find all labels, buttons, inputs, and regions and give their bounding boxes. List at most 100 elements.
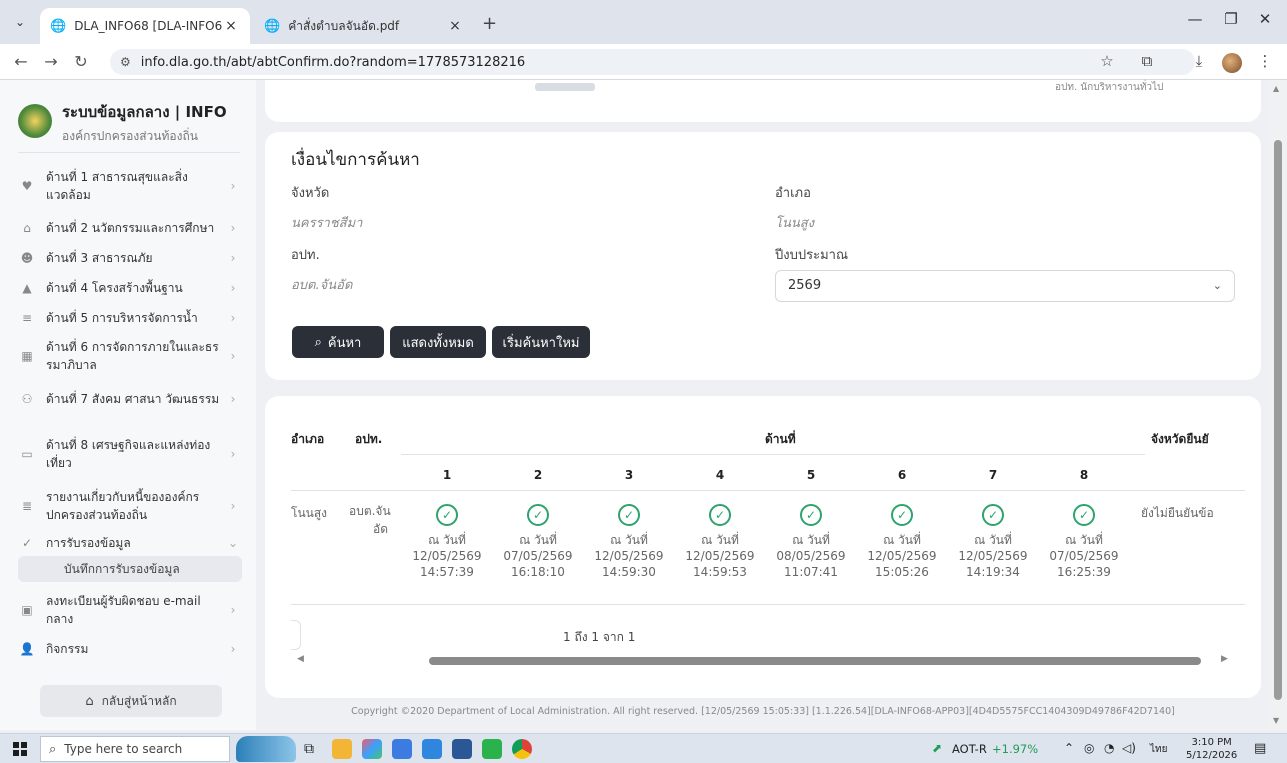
download-icon[interactable]: ⤓: [1188, 52, 1210, 70]
status-time: 14:57:39: [420, 565, 474, 579]
search-button-label: ค้นหา: [327, 335, 362, 351]
scroll-down-icon[interactable]: ▼: [1273, 716, 1279, 725]
money-icon: ▭: [21, 447, 33, 461]
chevron-right-icon: ›: [230, 499, 236, 513]
tab-title: คำสั่งตำบลจันอัด.pdf: [288, 18, 400, 33]
show-hidden-icons-icon[interactable]: ⌃: [1064, 741, 1074, 755]
task-view-icon[interactable]: ⧉: [304, 741, 314, 757]
wifi-icon[interactable]: ◔: [1104, 741, 1114, 755]
site-settings-icon[interactable]: ⚙: [120, 55, 131, 69]
sidebar-item-aspect-1[interactable]: ♥ ด้านที่ 1 สาธารณสุขและสิ่งแวดล้อม ›: [18, 168, 240, 204]
profile-avatar[interactable]: [1222, 53, 1242, 73]
volume-icon[interactable]: ◁): [1122, 741, 1136, 755]
windows-start-icon[interactable]: [13, 742, 27, 756]
taskbar-search-box[interactable]: ⌕ Type here to search: [40, 736, 230, 762]
sidebar-item-aspect-3[interactable]: ☻ ด้านที่ 3 สาธารณภัย ›: [18, 249, 240, 267]
tab-dla-info[interactable]: 🌐 DLA_INFO68 [DLA-INFO68-APP ×: [40, 8, 250, 44]
status-date: 12/05/2569: [594, 549, 664, 563]
stack-icon: ≣: [21, 499, 33, 513]
scroll-right-icon[interactable]: ▶: [1221, 654, 1228, 664]
notifications-icon[interactable]: ▤: [1254, 741, 1266, 756]
bookmark-star-icon[interactable]: ☆: [1096, 52, 1118, 70]
sidebar-item-aspect-8[interactable]: ▭ ด้านที่ 8 เศรษฐกิจและแหล่งท่องเที่ยว ›: [18, 436, 240, 472]
reset-search-button[interactable]: เริ่มค้นหาใหม่: [492, 326, 590, 358]
brand-subtitle: องค์กรปกครองส่วนท้องถิ่น: [62, 129, 198, 143]
sidebar-item-aspect-4[interactable]: ▲ ด้านที่ 4 โครงสร้างพื้นฐาน ›: [18, 279, 240, 297]
sidebar-item-activity[interactable]: 👤 กิจกรรม ›: [18, 640, 240, 658]
window-close-icon[interactable]: ✕: [1250, 10, 1280, 28]
new-tab-button[interactable]: +: [482, 13, 497, 34]
status-aspect-6[interactable]: ✓ ณ วันที่ 12/05/2569 15:05:26: [856, 504, 948, 580]
header-divider: [401, 454, 1145, 455]
edge-icon[interactable]: [422, 739, 442, 759]
search-button[interactable]: ⌕ ค้นหา: [292, 326, 384, 358]
taskbar-clock[interactable]: 3:10 PM 5/12/2026: [1186, 736, 1237, 762]
pager-length-select[interactable]: [291, 620, 301, 650]
status-aspect-8[interactable]: ✓ ณ วันที่ 07/05/2569 16:25:39: [1038, 504, 1130, 580]
input-language[interactable]: ไทย: [1150, 742, 1167, 757]
restore-icon[interactable]: ❐: [1216, 10, 1246, 28]
minimize-icon[interactable]: —: [1180, 10, 1210, 28]
sidebar-item-aspect-6[interactable]: ▦ ด้านที่ 6 การจัดการภายในและธรรมาภิบาล …: [18, 338, 240, 374]
close-tab-icon[interactable]: ×: [222, 18, 240, 34]
globe-icon: 🌐: [50, 18, 67, 34]
status-date: 07/05/2569: [1049, 549, 1119, 563]
status-aspect-5[interactable]: ✓ ณ วันที่ 08/05/2569 11:07:41: [765, 504, 857, 580]
file-explorer-icon[interactable]: [332, 739, 352, 759]
line-icon[interactable]: [482, 739, 502, 759]
status-aspect-4[interactable]: ✓ ณ วันที่ 12/05/2569 14:59:53: [674, 504, 766, 580]
sidebar-item-aspect-2[interactable]: ⌂ ด้านที่ 2 นวัตกรรมและการศึกษา ›: [18, 219, 240, 237]
clock-time: 3:10 PM: [1191, 737, 1232, 748]
status-time: 14:59:53: [693, 565, 747, 579]
status-aspect-2[interactable]: ✓ ณ วันที่ 07/05/2569 16:18:10: [492, 504, 584, 580]
chevron-right-icon: ›: [230, 447, 236, 461]
page-vertical-scrollbar[interactable]: ▲ ▼: [1270, 80, 1287, 730]
tab-search-menu-icon[interactable]: ⌄: [8, 10, 32, 34]
fiscal-year-select[interactable]: 2569 ⌄: [775, 270, 1235, 302]
chrome-icon[interactable]: [512, 739, 532, 759]
url-field[interactable]: ⚙ info.dla.go.th/abt/abtConfirm.do?rando…: [110, 49, 1195, 75]
fiscal-year-value: 2569: [788, 278, 822, 293]
stock-change[interactable]: +1.97%: [992, 742, 1038, 756]
search-highlight-image[interactable]: [236, 736, 296, 762]
forward-icon[interactable]: →: [40, 52, 62, 71]
sidebar-item-label: ด้านที่ 2 นวัตกรรมและการศึกษา: [46, 221, 215, 235]
sidebar-item-aspect-7[interactable]: ⚇ ด้านที่ 7 สังคม ศาสนา วัฒนธรรม ›: [18, 390, 240, 408]
status-time: 16:25:39: [1057, 565, 1111, 579]
scrollbar-thumb[interactable]: [429, 657, 1201, 665]
heart-icon: ♥: [21, 179, 33, 193]
stock-name[interactable]: AOT-R: [952, 742, 987, 756]
row-district: โนนสูง: [291, 506, 328, 520]
status-date: 12/05/2569: [412, 549, 482, 563]
status-aspect-3[interactable]: ✓ ณ วันที่ 12/05/2569 14:59:30: [583, 504, 675, 580]
network-icon[interactable]: ◎: [1084, 741, 1094, 755]
register-icon: ▣: [21, 603, 33, 617]
more-menu-icon[interactable]: ⋮: [1254, 52, 1276, 70]
app-icon[interactable]: [392, 739, 412, 759]
sidebar-item-debt-report[interactable]: ≣ รายงานเกี่ยวกับหนี้ขององค์กรปกครองส่วน…: [18, 488, 240, 524]
word-icon[interactable]: [452, 739, 472, 759]
aspect-number-2: 2: [533, 468, 543, 482]
page-scrollbar-thumb[interactable]: [1274, 140, 1282, 700]
check-circle-icon: ✓: [709, 504, 731, 526]
sidebar-subitem-certification-record[interactable]: บันทึกการรับรองข้อมูล: [18, 556, 242, 582]
sidebar-item-aspect-5[interactable]: ≡ ด้านที่ 5 การบริหารจัดการน้ำ ›: [18, 309, 240, 327]
close-tab-icon[interactable]: ×: [446, 18, 464, 34]
chevron-right-icon: ›: [230, 179, 236, 193]
photos-app-icon[interactable]: [362, 739, 382, 759]
sidebar-item-email-register[interactable]: ▣ ลงทะเบียนผู้รับผิดชอบ e-mail กลาง ›: [18, 592, 240, 628]
sidebar-item-data-certification[interactable]: ✓ การรับรองข้อมูล ⌄: [18, 534, 240, 552]
status-aspect-1[interactable]: ✓ ณ วันที่ 12/05/2569 14:57:39: [401, 504, 493, 580]
back-icon[interactable]: ←: [10, 52, 32, 71]
status-aspect-7[interactable]: ✓ ณ วันที่ 12/05/2569 14:19:34: [947, 504, 1039, 580]
reload-icon[interactable]: ↻: [70, 52, 92, 71]
brand: ระบบข้อมูลกลาง | INFO องค์กรปกครองส่วนท้…: [18, 100, 227, 146]
horizontal-scrollbar[interactable]: ◀ ▶: [285, 654, 1235, 668]
extensions-icon[interactable]: ⧉: [1136, 52, 1158, 70]
tab-pdf[interactable]: 🌐 คำสั่งตำบลจันอัด.pdf ×: [254, 8, 474, 44]
scroll-up-icon[interactable]: ▲: [1273, 84, 1279, 93]
scroll-left-icon[interactable]: ◀: [297, 654, 304, 664]
show-all-button[interactable]: แสดงทั้งหมด: [390, 326, 486, 358]
sidebar-item-label: ด้านที่ 7 สังคม ศาสนา วัฒนธรรม: [46, 392, 220, 406]
back-to-home-button[interactable]: ⌂ กลับสู่หน้าหลัก: [40, 685, 222, 717]
